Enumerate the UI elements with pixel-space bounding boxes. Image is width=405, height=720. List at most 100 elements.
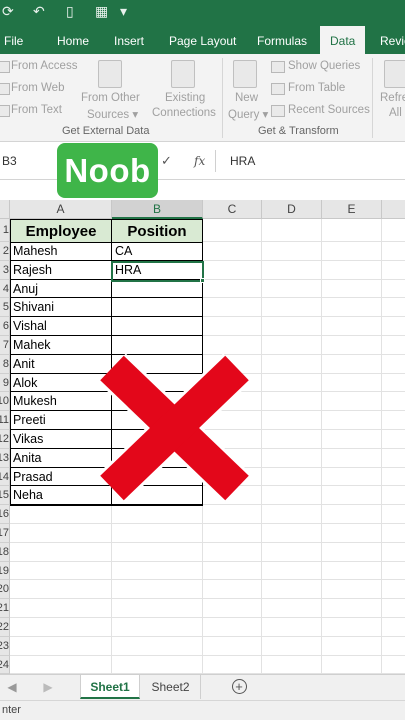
show-queries-icon: [271, 61, 285, 73]
row-header[interactable]: 3: [0, 260, 10, 280]
header-cell-employee[interactable]: Employee: [10, 219, 112, 243]
row-header[interactable]: 13: [0, 448, 10, 468]
sheet-tab-sheet1[interactable]: Sheet1: [80, 675, 140, 699]
grid-line: [10, 617, 405, 618]
row-header[interactable]: 20: [0, 580, 10, 600]
enter-check-icon[interactable]: ✓: [161, 150, 172, 172]
row-header[interactable]: 12: [0, 430, 10, 449]
from-table-button[interactable]: From Table: [288, 82, 345, 94]
print-preview-icon[interactable]: ▦: [95, 3, 108, 20]
save-icon[interactable]: ⟳: [2, 3, 14, 20]
column-header-a[interactable]: A: [10, 200, 112, 219]
tab-home[interactable]: Home: [57, 26, 89, 54]
tab-formulas[interactable]: Formulas: [257, 26, 307, 54]
tab-insert[interactable]: Insert: [114, 26, 144, 54]
tab-page-layout[interactable]: Page Layout: [169, 26, 236, 54]
status-bar: nter: [0, 700, 405, 720]
row-header[interactable]: 14: [0, 467, 10, 487]
column-header-c[interactable]: C: [203, 200, 262, 219]
formula-bar-divider: [215, 150, 216, 172]
row-header[interactable]: 19: [0, 561, 10, 581]
row-header[interactable]: 24: [0, 655, 10, 674]
red-x-icon: [98, 353, 251, 503]
from-other-sources-label: Sources ▾: [87, 109, 139, 121]
row-header[interactable]: 4: [0, 279, 10, 299]
header-cell-position[interactable]: Position: [111, 219, 203, 243]
grid-line: [10, 654, 405, 656]
undo-icon[interactable]: ↶: [33, 3, 45, 20]
row-header[interactable]: 7: [0, 336, 10, 355]
grid-line: [10, 523, 405, 524]
fill-handle[interactable]: [200, 278, 205, 283]
sheet-tab-sheet2[interactable]: Sheet2: [141, 675, 201, 699]
tab-review[interactable]: Revie: [380, 26, 405, 54]
grid-line: [261, 219, 262, 674]
grid-line: [10, 635, 405, 637]
row-header[interactable]: 9: [0, 373, 10, 393]
row-header[interactable]: 16: [0, 505, 10, 524]
row-header[interactable]: 11: [0, 411, 10, 430]
select-all-corner[interactable]: [0, 200, 10, 219]
column-header-f[interactable]: [382, 200, 405, 219]
new-query-button[interactable]: New: [235, 92, 258, 104]
row-header[interactable]: 15: [0, 486, 10, 506]
group-separator: [222, 58, 223, 138]
row-header[interactable]: 5: [0, 298, 10, 318]
tab-data[interactable]: Data: [320, 26, 366, 54]
customize-qat-icon[interactable]: ▾: [120, 3, 127, 20]
new-query-label: Query ▾: [228, 109, 269, 121]
row-header[interactable]: 22: [0, 618, 10, 637]
row-header[interactable]: 1: [0, 219, 10, 242]
refresh-all-button[interactable]: Refre: [380, 92, 405, 104]
row-header[interactable]: 10: [0, 392, 10, 412]
get-transform-group-label: Get & Transform: [258, 125, 339, 137]
grid-line: [321, 219, 322, 674]
show-queries-button[interactable]: Show Queries: [288, 60, 360, 72]
quick-access-toolbar: ⟳ ↶ ▯ ▦ ▾: [0, 0, 405, 26]
from-access-button[interactable]: From Access: [11, 60, 77, 72]
row-header[interactable]: 23: [0, 636, 10, 656]
name-box[interactable]: B3: [0, 150, 58, 172]
sheet-tab-bar: ◀ ▶ Sheet1 Sheet2 +: [0, 674, 405, 700]
sheet-scroll-right-icon[interactable]: ▶: [40, 675, 56, 699]
active-cell-selection: [111, 261, 204, 282]
sheet-scroll-left-icon[interactable]: ◀: [4, 675, 20, 699]
text-file-icon: [0, 105, 10, 117]
row-header[interactable]: 21: [0, 599, 10, 618]
grid-line: [10, 598, 405, 600]
grid-line: [381, 219, 382, 674]
other-sources-icon: [98, 60, 122, 88]
column-header-e[interactable]: E: [322, 200, 382, 219]
row-header[interactable]: 8: [0, 354, 10, 374]
refresh-icon: [384, 60, 405, 88]
existing-connections-button[interactable]: Existing: [165, 92, 205, 104]
column-header-d[interactable]: D: [262, 200, 322, 219]
recent-sources-icon: [271, 105, 285, 117]
recent-sources-button[interactable]: Recent Sources: [288, 104, 370, 116]
new-document-icon[interactable]: ▯: [66, 3, 74, 20]
row-header[interactable]: 2: [0, 242, 10, 261]
from-other-sources-button[interactable]: From Other: [81, 92, 140, 104]
row-header[interactable]: 18: [0, 542, 10, 562]
row-header[interactable]: 6: [0, 317, 10, 336]
add-sheet-button[interactable]: +: [229, 675, 249, 699]
insert-function-icon[interactable]: fx: [194, 150, 205, 172]
formula-input[interactable]: HRA: [230, 150, 255, 172]
tab-file[interactable]: File: [4, 26, 23, 54]
grid-line: [10, 579, 405, 581]
refresh-all-label: All: [389, 107, 402, 119]
ribbon-data: From Access From Web From Text From Othe…: [0, 54, 405, 142]
from-web-button[interactable]: From Web: [11, 82, 64, 94]
row-header[interactable]: 17: [0, 524, 10, 543]
add-sheet-icon: +: [231, 679, 247, 694]
access-icon: [0, 61, 10, 73]
existing-connections-icon: [171, 60, 195, 88]
grid-line: [10, 541, 405, 543]
noob-badge: Noob: [57, 143, 158, 198]
grid-line: [10, 560, 405, 562]
status-mode: nter: [2, 704, 21, 716]
ribbon-tabs: File Home Insert Page Layout Formulas Da…: [0, 26, 405, 54]
web-icon: [0, 83, 10, 95]
from-text-button[interactable]: From Text: [11, 104, 62, 116]
column-header-b[interactable]: B: [112, 200, 203, 219]
